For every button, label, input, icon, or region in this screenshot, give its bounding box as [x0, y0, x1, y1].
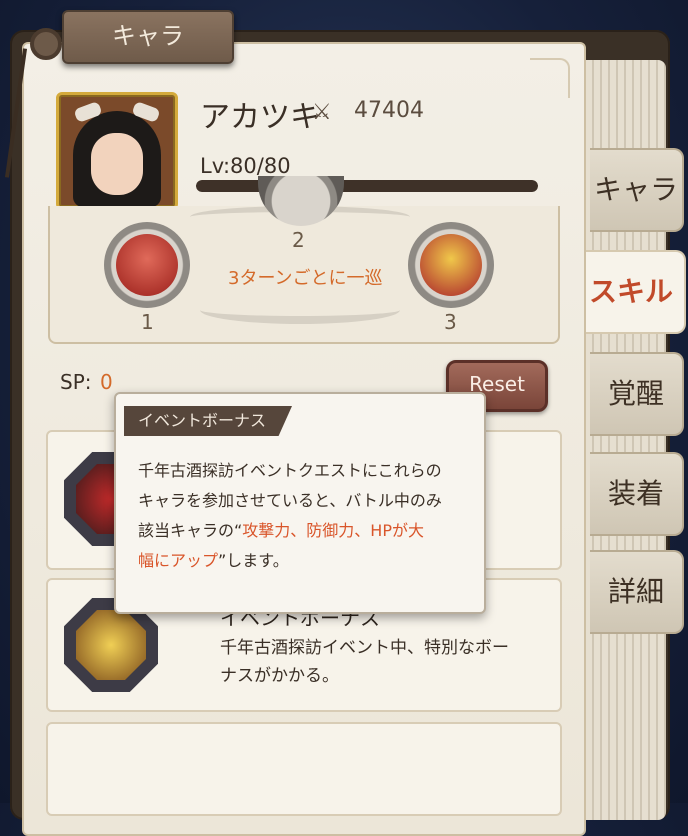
tooltip-highlight: 攻撃力、防御力、HPが大	[242, 521, 424, 540]
skill-1-icon	[116, 234, 178, 296]
rotation-number-3: 3	[444, 310, 457, 334]
skill-card[interactable]	[46, 722, 562, 816]
rotation-cycle-text: 3ターンごとに一巡	[228, 268, 383, 289]
tag-ring-icon	[30, 28, 62, 60]
rotation-number-1: 1	[141, 310, 154, 334]
tooltip-text: 該当キャラの“	[138, 521, 243, 540]
portrait-face	[91, 133, 143, 195]
tab-chara[interactable]: キャラ	[590, 148, 684, 232]
xp-bar-fill	[196, 180, 538, 192]
event-bonus-tooltip: イベントボーナス 千年古酒探訪イベントクエストにこれらの キャラを参加させている…	[114, 392, 486, 614]
tab-skill[interactable]: スキル	[578, 250, 686, 334]
xp-bar	[196, 180, 538, 192]
sp-value: 0	[100, 370, 113, 394]
tooltip-body: 千年古酒探訪イベントクエストにこれらの キャラを参加させていると、バトル中のみ …	[138, 456, 468, 576]
tooltip-highlight: 幅にアップ	[138, 551, 219, 570]
rotation-number-2: 2	[292, 228, 305, 252]
crossed-swords-icon: ⚔	[312, 100, 332, 125]
skill-medal-3[interactable]	[408, 222, 494, 308]
treasure-icon	[76, 610, 146, 680]
corner-ornament-icon	[530, 58, 570, 98]
rotation-arrow-bottom	[200, 296, 400, 324]
tab-label: 装着	[607, 477, 664, 510]
tab-awaken[interactable]: 覚醒	[590, 352, 684, 436]
tooltip-line: 千年古酒探訪イベントクエストにこれらの	[138, 461, 442, 480]
tab-label: スキル	[588, 275, 673, 308]
skill-medal-1[interactable]	[104, 222, 190, 308]
tab-label: キャラ	[593, 173, 678, 206]
window-tag: キャラ	[62, 10, 234, 64]
character-name: アカツキ	[200, 100, 320, 135]
tab-label: 詳細	[607, 575, 664, 608]
window-tag-label: キャラ	[112, 22, 184, 50]
tab-equip[interactable]: 装着	[590, 452, 684, 536]
tooltip-line: 該当キャラの“攻撃力、防御力、HPが大	[138, 516, 468, 546]
level-text: Lv:80/80	[200, 154, 291, 178]
skill-card-desc: 千年古酒探訪イベント中、特別なボーナスがかかる。	[220, 638, 509, 686]
character-portrait[interactable]	[56, 92, 178, 210]
tab-label: 覚醒	[607, 377, 664, 410]
tab-details[interactable]: 詳細	[590, 550, 684, 634]
tooltip-line: 幅にアップ”します。	[138, 546, 468, 576]
tooltip-text: ”します。	[218, 551, 289, 570]
tooltip-line: キャラを参加させていると、バトル中のみ	[138, 491, 442, 510]
tooltip-title: イベントボーナス	[124, 406, 293, 436]
skill-3-icon	[420, 234, 482, 296]
power-value: 47404	[354, 98, 424, 123]
sp-label: SP:	[60, 370, 92, 394]
